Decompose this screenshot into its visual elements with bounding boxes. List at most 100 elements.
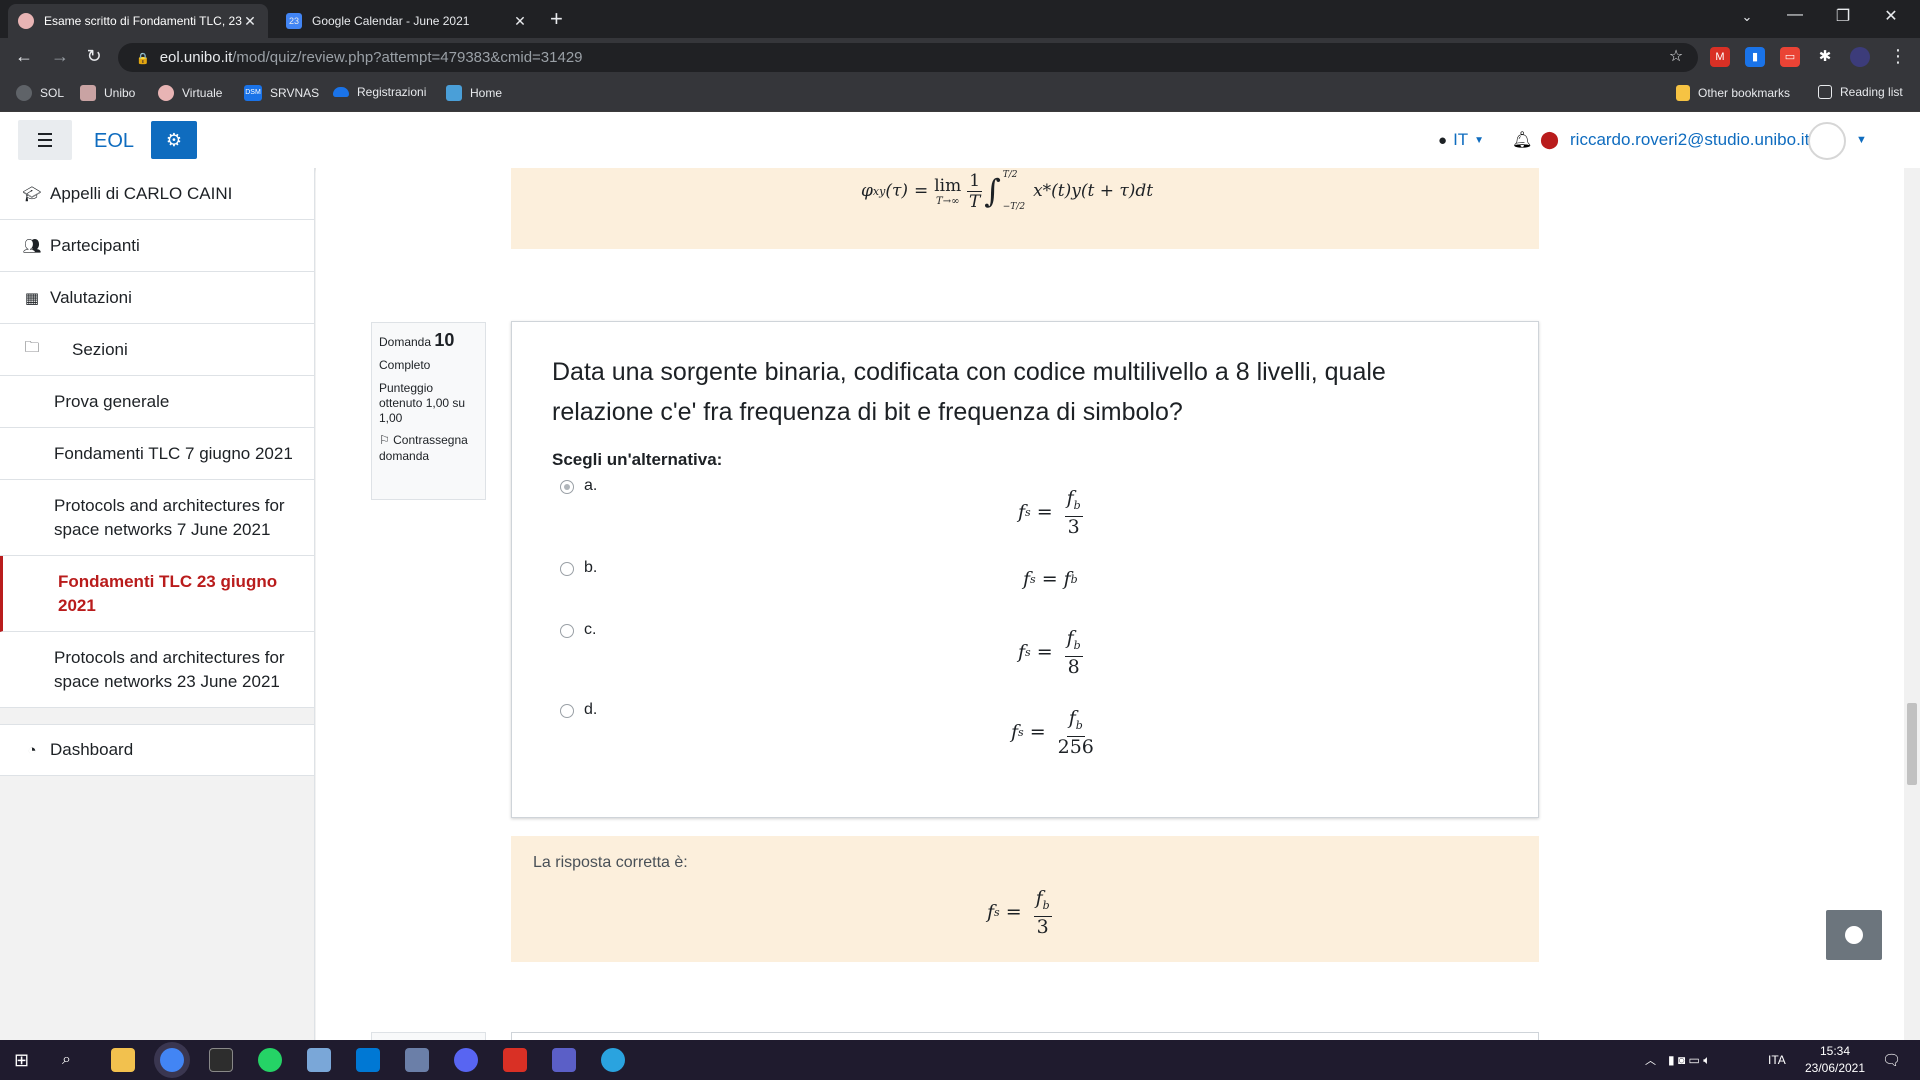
site-brand[interactable]: EOL: [94, 130, 134, 153]
bookmark-registrazioni[interactable]: Registrazioni: [333, 85, 426, 99]
scrollbar-thumb[interactable]: [1907, 703, 1917, 785]
search-icon[interactable]: ⌕: [62, 1048, 86, 1072]
acrobat-icon[interactable]: [503, 1048, 527, 1072]
drawer-section-space-7[interactable]: Protocols and architectures for space ne…: [0, 480, 314, 556]
page-scrollbar[interactable]: [1904, 168, 1920, 1040]
drawer-item-appelli[interactable]: 🎓︎ Appelli di CARLO CAINI: [0, 168, 314, 220]
extension-icon[interactable]: ▭: [1780, 47, 1800, 67]
option-c[interactable]: c. fs = fb 8: [552, 621, 1502, 684]
drawer-item-label: Partecipanti: [50, 235, 140, 255]
terminal-icon[interactable]: [209, 1048, 233, 1072]
formula-subscript: b: [1073, 498, 1081, 512]
bookmark-unibo[interactable]: Unibo: [80, 85, 135, 101]
sol-icon: [16, 85, 32, 101]
formula-subscript: s: [994, 905, 1000, 919]
teams-icon[interactable]: [552, 1048, 576, 1072]
bookmark-home[interactable]: Home: [446, 85, 502, 101]
input-language[interactable]: ITA: [1768, 1040, 1786, 1080]
maximize-button[interactable]: ❐: [1828, 6, 1858, 26]
notifications-icon[interactable]: 🗨︎: [1882, 1040, 1901, 1080]
bookmark-sol[interactable]: SOL: [16, 85, 64, 101]
gmail-extension-icon[interactable]: M: [1710, 47, 1730, 67]
drawer-toggle-button[interactable]: [18, 120, 72, 160]
formula-subscript: b: [1073, 638, 1081, 652]
vscode-icon[interactable]: [356, 1048, 380, 1072]
limit-operator: lim T→∞: [934, 176, 961, 207]
drawer-section-tlc-23[interactable]: Fondamenti TLC 23 giugno 2021: [0, 556, 314, 632]
file-explorer-icon[interactable]: [111, 1048, 135, 1072]
bookmark-label: Virtuale: [182, 86, 223, 100]
radio-a[interactable]: [560, 480, 574, 494]
whatsapp-icon[interactable]: [258, 1048, 282, 1072]
tab-exam[interactable]: Esame scritto di Fondamenti TLC, 23 ✕: [8, 4, 268, 38]
cogs-icon[interactable]: ⚙: [151, 121, 197, 159]
reading-list-icon: [1818, 85, 1832, 99]
option-d[interactable]: d. fs = fb 256: [552, 701, 1502, 764]
reload-button[interactable]: ↻: [82, 46, 106, 67]
close-window-button[interactable]: ✕: [1876, 6, 1906, 26]
profile-avatar-icon[interactable]: [1850, 47, 1870, 67]
drawer-item-dashboard[interactable]: ◔ Dashboard: [0, 724, 314, 776]
fraction-numerator: f: [1035, 887, 1043, 909]
radio-c[interactable]: [560, 624, 574, 638]
chrome-icon[interactable]: [160, 1048, 184, 1072]
drawer-item-sezioni[interactable]: 🗀 Sezioni: [0, 324, 314, 376]
lower-limit: −T/2: [1002, 202, 1026, 212]
extension-icon[interactable]: ▮: [1745, 47, 1765, 67]
tray-chevron-icon[interactable]: ︿: [1645, 1040, 1656, 1080]
correct-answer-label: La risposta corretta è:: [533, 854, 688, 871]
address-bar[interactable]: 🔒 eol.unibo.it/mod/quiz/review.php?attemp…: [118, 43, 1698, 72]
app-icon[interactable]: [307, 1048, 331, 1072]
new-tab-button[interactable]: +: [550, 6, 563, 32]
table-icon: ▦: [24, 289, 40, 307]
formula-symbol: f: [1023, 568, 1031, 590]
bookmark-other[interactable]: Other bookmarks: [1676, 85, 1790, 101]
tab-calendar[interactable]: 23 Google Calendar - June 2021 ✕: [276, 4, 538, 38]
upper-limit: T/2: [1002, 170, 1018, 180]
flag-question[interactable]: ⚐ Contrassegna domanda: [379, 432, 478, 464]
chrome-menu-icon[interactable]: ⋮: [1886, 46, 1910, 67]
bookmark-label: SOL: [40, 86, 65, 100]
discord-icon[interactable]: [454, 1048, 478, 1072]
option-b[interactable]: b. fs = fb: [552, 559, 1502, 622]
tab-title: Esame scritto di Fondamenti TLC, 23: [44, 14, 242, 28]
bookmark-virtuale[interactable]: Virtuale: [158, 85, 222, 101]
radio-d[interactable]: [560, 704, 574, 718]
puzzle-extensions-icon[interactable]: ✱: [1815, 47, 1835, 67]
os-taskbar: ⊞ ⌕ ︿ ▮ ◙ ▭ 🔈︎ ITA 15:34 23/06/2021 🗨︎: [0, 1040, 1920, 1080]
user-email[interactable]: riccardo.roveri2@studio.unibo.it: [1570, 112, 1809, 168]
radio-b[interactable]: [560, 562, 574, 576]
drawer-section-tlc-7[interactable]: Fondamenti TLC 7 giugno 2021: [0, 428, 314, 480]
back-to-top-button[interactable]: [1826, 910, 1882, 960]
telegram-icon[interactable]: [601, 1048, 625, 1072]
forward-button[interactable]: →: [48, 46, 72, 67]
globe-icon: ●: [1438, 131, 1448, 149]
close-tab-icon[interactable]: ✕: [242, 13, 258, 30]
formula-subscript: b: [1042, 898, 1050, 912]
bookmark-srvnas[interactable]: DSM SRVNAS: [244, 85, 319, 101]
fraction-numerator: f: [1066, 487, 1074, 509]
app-icon[interactable]: [405, 1048, 429, 1072]
minimize-button[interactable]: —: [1780, 6, 1810, 24]
drawer-item-partecipanti[interactable]: 👥︎ Partecipanti: [0, 220, 314, 272]
back-button[interactable]: ←: [12, 46, 36, 67]
tab-search-icon[interactable]: ⌄: [1732, 9, 1762, 25]
user-menu-caret-icon[interactable]: ▼: [1856, 112, 1867, 168]
home-icon: [446, 85, 462, 101]
tray-icons[interactable]: ▮ ◙ ▭ 🔈︎: [1668, 1040, 1710, 1080]
browser-tab-strip: Esame scritto di Fondamenti TLC, 23 ✕ 23…: [0, 0, 1920, 38]
bell-icon[interactable]: 🔔︎: [1512, 112, 1532, 168]
bookmark-star-icon[interactable]: ☆: [1664, 46, 1688, 66]
drawer-section-prova[interactable]: Prova generale: [0, 376, 314, 428]
drawer-item-valutazioni[interactable]: ▦ Valutazioni: [0, 272, 314, 324]
avatar[interactable]: [1808, 122, 1846, 160]
windows-start-icon[interactable]: ⊞: [14, 1048, 38, 1072]
fraction-numerator: 1: [967, 170, 983, 192]
bookmark-label: SRVNAS: [270, 86, 320, 100]
language-menu[interactable]: ● IT ▼: [1438, 112, 1484, 168]
clock[interactable]: 15:34 23/06/2021: [1800, 1043, 1870, 1077]
reading-list[interactable]: Reading list: [1818, 85, 1903, 99]
close-tab-icon[interactable]: ✕: [512, 13, 528, 30]
option-a[interactable]: a. fs = fb 3: [552, 477, 1502, 540]
drawer-section-space-23[interactable]: Protocols and architectures for space ne…: [0, 632, 314, 708]
